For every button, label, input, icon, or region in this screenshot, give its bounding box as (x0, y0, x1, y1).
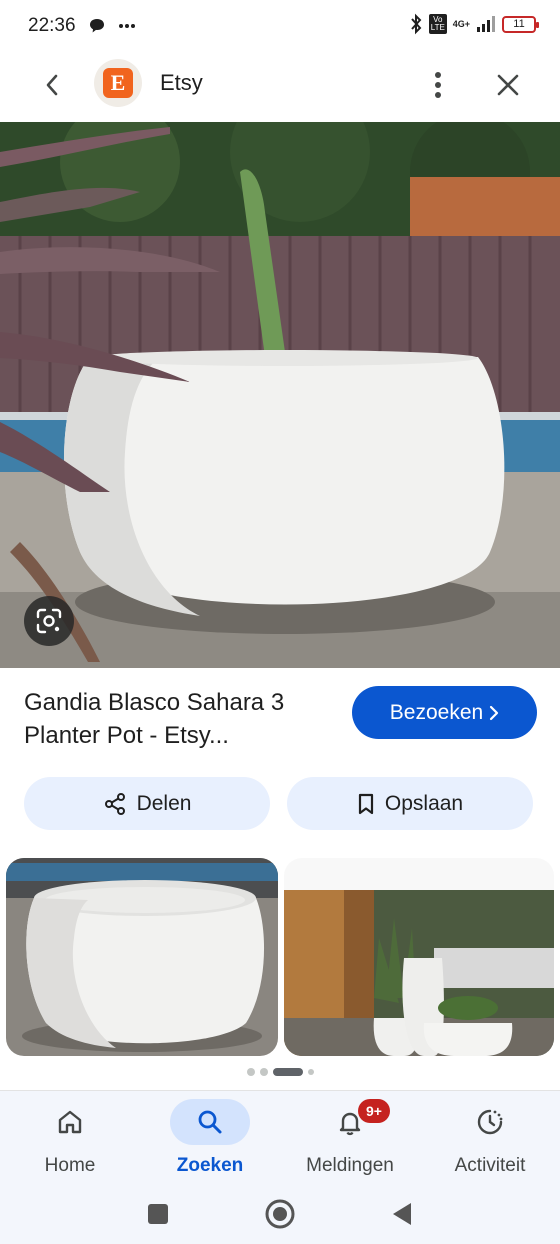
activity-icon (477, 1109, 503, 1135)
visit-button[interactable]: Bezoeken (352, 686, 537, 739)
close-icon (497, 74, 519, 96)
bookmark-icon (358, 793, 373, 814)
chevron-left-icon (46, 74, 58, 96)
visit-label: Bezoeken (389, 700, 484, 724)
battery-level: 11 (513, 17, 525, 30)
related-garden-photo (284, 858, 554, 1056)
app-bar: E Etsy (0, 52, 560, 118)
carousel-dot (259, 1068, 268, 1076)
hero-product-image[interactable] (0, 122, 560, 668)
share-label: Delen (136, 791, 192, 815)
bottom-navigation: Home Zoeken 9+ Meldingen Activiteit (0, 1090, 560, 1184)
battery-icon: 11 (502, 15, 539, 33)
nav-home[interactable]: Home (0, 1099, 140, 1181)
status-bar: 22:36 Vo LTE 4G+ 11 (0, 0, 560, 52)
site-title: Etsy (160, 70, 203, 95)
nav-notifications-icon-wrap: 9+ (310, 1099, 390, 1145)
lens-search-button[interactable] (24, 596, 74, 646)
signal-icon (477, 16, 495, 32)
recents-button[interactable] (140, 1196, 176, 1232)
nav-activity-icon-wrap (450, 1099, 530, 1145)
nav-activity[interactable]: Activiteit (420, 1099, 560, 1181)
save-button[interactable]: Opslaan (287, 777, 533, 830)
status-left-icons (88, 17, 136, 35)
related-image-1[interactable] (6, 858, 278, 1056)
google-lens-icon (36, 608, 62, 634)
share-icon (104, 792, 125, 815)
site-logo: E (94, 59, 142, 107)
status-right: Vo LTE 4G+ 11 (409, 13, 539, 35)
more-options-button[interactable] (422, 67, 454, 103)
network-type: 4G+ (452, 18, 470, 29)
back-system-button[interactable] (384, 1196, 420, 1232)
chat-notification-icon (89, 19, 104, 33)
home-icon (58, 1110, 82, 1134)
nav-notifications-label: Meldingen (306, 1155, 394, 1176)
nav-notifications[interactable]: 9+ Meldingen (280, 1099, 420, 1181)
etsy-logo-icon: E (103, 68, 133, 98)
share-button[interactable]: Delen (24, 777, 270, 830)
search-icon (198, 1110, 222, 1134)
more-notifications-icon (118, 24, 135, 28)
nav-home-icon-wrap (30, 1099, 110, 1145)
bluetooth-icon (410, 13, 422, 35)
nav-search[interactable]: Zoeken (140, 1099, 280, 1181)
nav-search-icon-wrap (170, 1099, 250, 1145)
carousel-dot (246, 1068, 255, 1076)
home-system-button[interactable] (262, 1196, 298, 1232)
carousel-dot-active (272, 1068, 303, 1076)
volte-label: Vo LTE (430, 15, 445, 32)
related-image-2[interactable] (284, 858, 554, 1056)
close-button[interactable] (490, 67, 526, 103)
notification-badge: 9+ (358, 1099, 390, 1123)
save-label: Opslaan (384, 791, 464, 815)
back-button[interactable] (36, 69, 68, 101)
system-navigation-bar (0, 1184, 560, 1244)
status-time: 22:36 (28, 15, 76, 36)
carousel-indicator (0, 1068, 560, 1076)
home-circle-icon (265, 1199, 295, 1229)
nav-activity-label: Activiteit (454, 1155, 526, 1176)
result-title[interactable]: Gandia Blasco Sahara 3 Planter Pot - Ets… (24, 686, 334, 752)
nav-search-label: Zoeken (176, 1155, 244, 1176)
carousel-dot (307, 1069, 314, 1075)
back-triangle-icon (393, 1203, 411, 1225)
recents-icon (148, 1204, 168, 1224)
planter-photo (0, 122, 560, 668)
related-planter-photo (6, 858, 278, 1056)
more-vert-icon (435, 72, 441, 98)
chevron-right-icon (490, 705, 499, 720)
nav-home-label: Home (44, 1155, 96, 1176)
volte-icon: Vo LTE (428, 14, 447, 34)
